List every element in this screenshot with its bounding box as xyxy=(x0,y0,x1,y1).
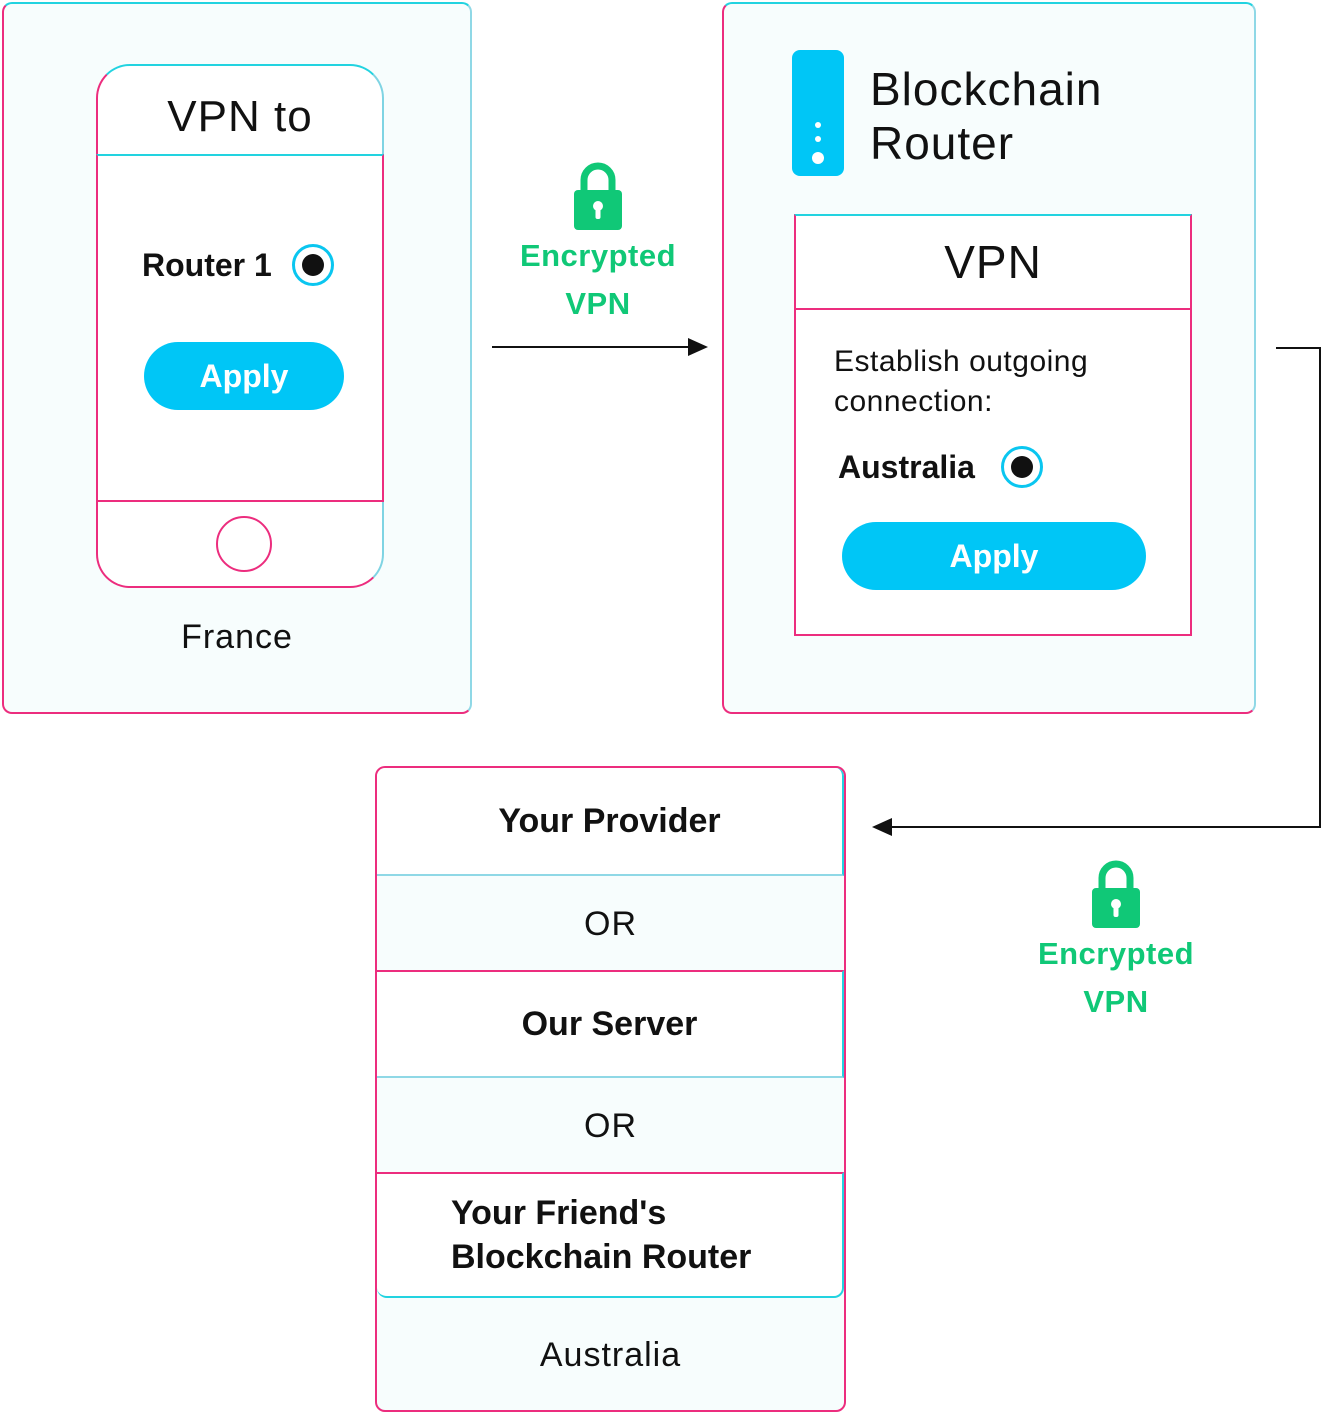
or-separator: OR xyxy=(377,878,844,970)
destination-location: Australia xyxy=(377,1300,844,1410)
our-server-label: Our Server xyxy=(521,1004,698,1043)
or-separator: OR xyxy=(377,1080,844,1172)
destination-panel: Your Provider OR Our Server OR Your Frie… xyxy=(375,766,846,1412)
destination-friends-router: Your Friend's Blockchain Router xyxy=(377,1172,844,1298)
vpn-text: VPN xyxy=(1083,984,1149,1019)
encrypted-text: Encrypted xyxy=(1037,936,1195,971)
encrypted-vpn-label-bottom: Encrypted VPN xyxy=(1016,858,1216,1026)
destination-your-provider: Your Provider xyxy=(377,768,844,876)
friends-router-label: Your Friend's Blockchain Router xyxy=(451,1194,752,1276)
destination-our-server: Our Server xyxy=(377,970,844,1078)
or-label: OR xyxy=(584,1106,637,1145)
or-label: OR xyxy=(584,904,637,943)
lock-icon xyxy=(1092,860,1140,928)
destination-location-label: Australia xyxy=(539,1335,682,1374)
arrow-left-icon xyxy=(872,347,1321,836)
arrow-right-icon xyxy=(492,338,708,356)
your-provider-label: Your Provider xyxy=(498,801,721,840)
